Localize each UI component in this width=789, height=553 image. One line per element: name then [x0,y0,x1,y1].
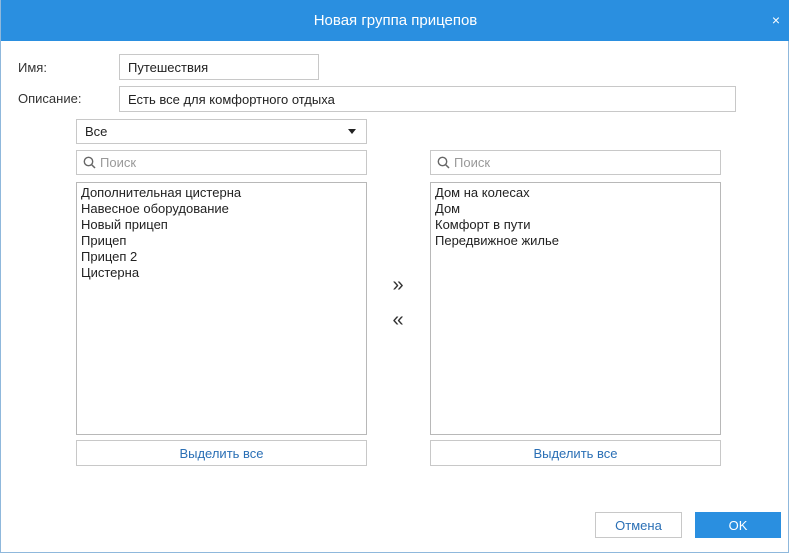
description-label: Описание: [18,91,82,106]
filter-selected-value: Все [85,124,108,139]
left-search-placeholder: Поиск [100,155,137,170]
name-field[interactable]: Путешествия [119,54,319,80]
list-item[interactable]: Новый прицеп [81,217,362,233]
list-item[interactable]: Дом на колесах [435,185,716,201]
new-trailer-group-dialog: Новая группа прицепов × Имя: Путешествия… [0,0,789,553]
move-left-button[interactable]: « [386,309,410,332]
list-item[interactable]: Навесное оборудование [81,201,362,217]
left-select-all-label: Выделить все [179,445,264,461]
description-field[interactable]: Есть все для комфортного отдыха [119,86,736,112]
search-icon [83,156,96,169]
search-icon [437,156,450,169]
filter-dropdown[interactable]: Все [76,119,367,144]
list-item[interactable]: Комфорт в пути [435,217,716,233]
right-select-all-label: Выделить все [533,445,618,461]
close-icon[interactable]: × [772,0,780,41]
list-item[interactable]: Дополнительная цистерна [81,185,362,201]
cancel-button-label: Отмена [615,517,662,533]
group-trailers-list[interactable]: Дом на колесах Дом Комфорт в пути Передвижн… [430,182,721,435]
chevron-down-icon [348,129,356,134]
ok-button-label: OK [728,517,748,533]
ok-button[interactable]: OK [695,512,781,538]
list-item[interactable]: Прицеп 2 [81,249,362,265]
cancel-button[interactable]: Отмена [595,512,682,538]
right-select-all-button[interactable]: Выделить все [430,440,721,466]
list-item[interactable]: Прицеп [81,233,362,249]
move-right-button[interactable]: » [386,274,410,297]
available-trailers-list[interactable]: Дополнительная цистерна Навесное оборудов… [76,182,367,435]
list-item[interactable]: Передвижное жилье [435,233,716,249]
description-field-value: Есть все для комфортного отдыха [128,91,335,107]
name-label: Имя: [18,60,47,75]
right-search-placeholder: Поиск [454,155,491,170]
left-search-input[interactable]: Поиск [76,150,367,175]
dialog-title: Новая группа прицепов [313,12,478,29]
left-select-all-button[interactable]: Выделить все [76,440,367,466]
list-item[interactable]: Дом [435,201,716,217]
dialog-titlebar: Новая группа прицепов × [1,0,789,41]
right-search-input[interactable]: Поиск [430,150,721,175]
list-item[interactable]: Цистерна [81,265,362,281]
name-field-value: Путешествия [128,59,209,75]
